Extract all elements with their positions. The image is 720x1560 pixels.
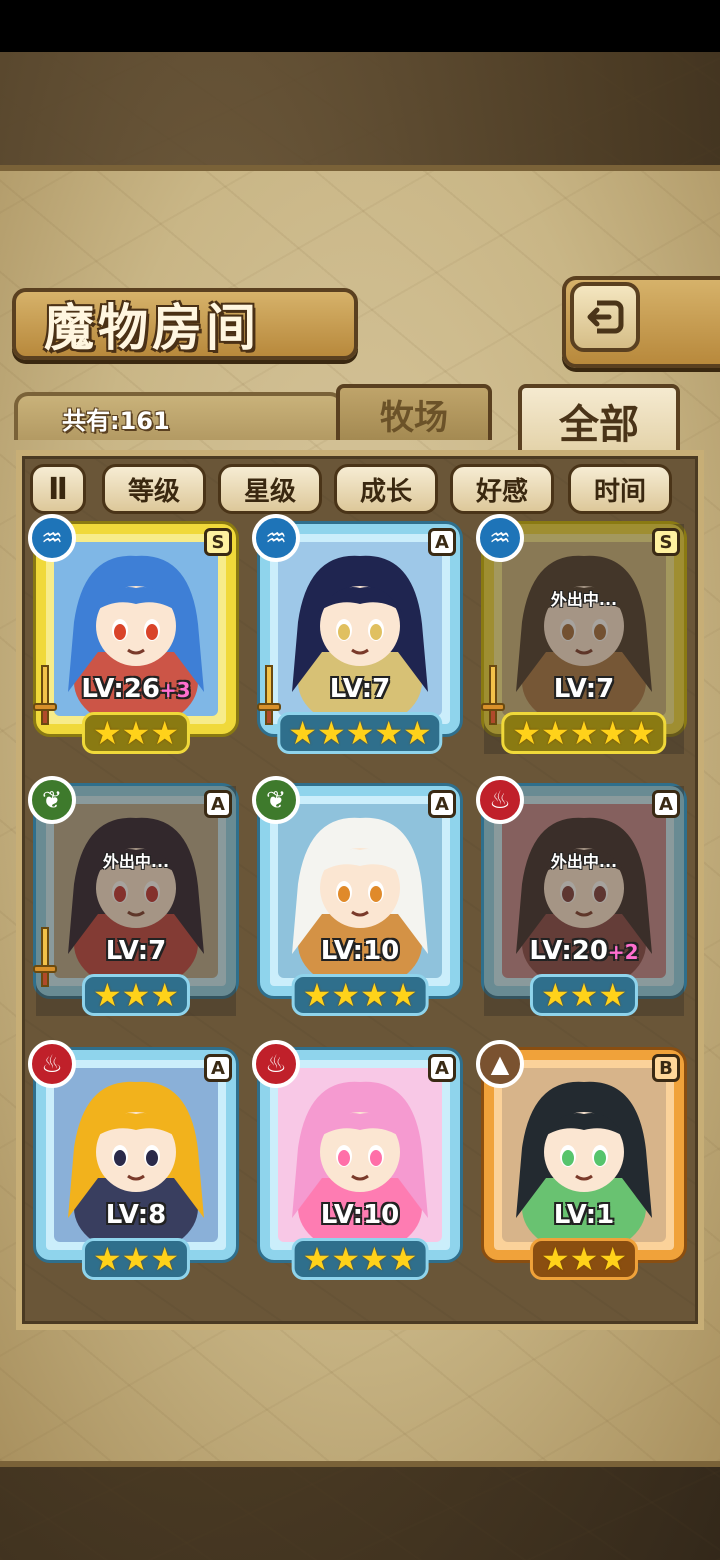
monster-card[interactable]: ❦ A LV:10 ★★★★: [252, 776, 460, 1016]
star-rating: ★★★★★: [277, 712, 443, 754]
level-text: LV:20: [529, 936, 608, 966]
status-bar: [0, 0, 720, 52]
sort-by-level-button[interactable]: 等级: [102, 464, 206, 514]
monster-level: LV:20+2: [484, 936, 684, 966]
return-arrow-icon: [587, 300, 624, 334]
water-element-icon: ♒: [476, 514, 524, 562]
monster-level: LV:7: [260, 674, 460, 704]
title-plate: 魔物房间: [12, 288, 358, 360]
away-status: 外出中...: [550, 852, 618, 871]
monster-level: LV:8: [36, 1200, 236, 1230]
rank-badge: B: [652, 1054, 680, 1082]
star-rating: ★★★★: [291, 974, 429, 1016]
monster-count: 共有:161: [62, 406, 170, 435]
level-text: LV:10: [320, 1200, 400, 1230]
level-text: LV:7: [553, 674, 615, 704]
sort-by-time-button[interactable]: 时间: [568, 464, 672, 514]
water-element-icon: ♒: [28, 514, 76, 562]
back-button[interactable]: [570, 282, 640, 352]
star-rating: ★★★: [529, 974, 639, 1016]
away-status: 外出中...: [550, 590, 618, 609]
level-text: LV:8: [105, 1200, 167, 1230]
star-rating: ★★★: [81, 712, 191, 754]
rank-badge: A: [428, 790, 456, 818]
star-rating: ★★★★: [291, 1238, 429, 1280]
monster-card[interactable]: ♨ A LV:10 ★★★★: [252, 1040, 460, 1280]
star-rating: ★★★: [529, 1238, 639, 1280]
monster-level: LV:10: [260, 936, 460, 966]
rank-badge: A: [204, 790, 232, 818]
monster-card[interactable]: ❦ A 外出中... LV:7 ★★★: [28, 776, 236, 1016]
tab-ranch-label: 牧场: [380, 397, 448, 438]
star-rating: ★★★: [81, 1238, 191, 1280]
monster-level: LV:26+3: [36, 674, 236, 704]
monster-count-bar: 共有:161: [14, 392, 344, 440]
level-text: LV:10: [320, 936, 400, 966]
level-text: LV:1: [553, 1200, 615, 1230]
monster-card[interactable]: ♒ S 外出中... LV:7 ★★★★★: [476, 514, 684, 754]
sort-by-growth-button[interactable]: 成长: [334, 464, 438, 514]
tab-ranch[interactable]: 牧场: [336, 384, 492, 440]
tab-all-label: 全部: [559, 402, 639, 448]
monster-card[interactable]: ▲ B LV:1 ★★★: [476, 1040, 684, 1280]
rank-badge: S: [204, 528, 232, 556]
rank-badge: A: [204, 1054, 232, 1082]
fire-element-icon: ♨: [476, 776, 524, 824]
sort-by-affinity-button[interactable]: 好感: [450, 464, 554, 514]
sort-bar: Ⅱ 等级 星级 成长 好感 时间: [30, 462, 690, 518]
level-text: LV:26: [81, 674, 160, 704]
rank-badge: S: [652, 528, 680, 556]
water-element-icon: ♒: [252, 514, 300, 562]
monster-level: LV:7: [484, 674, 684, 704]
rank-badge: A: [428, 528, 456, 556]
sort-order-toggle[interactable]: Ⅱ: [30, 464, 86, 514]
fire-element-icon: ♨: [28, 1040, 76, 1088]
monster-card[interactable]: ♨ A LV:8 ★★★: [28, 1040, 236, 1280]
tab-all[interactable]: 全部: [518, 384, 680, 454]
monster-card[interactable]: ♒ A LV:7 ★★★★★: [252, 514, 460, 754]
rank-badge: A: [428, 1054, 456, 1082]
monster-level: LV:7: [36, 936, 236, 966]
level-text: LV:7: [329, 674, 391, 704]
level-text: LV:7: [105, 936, 167, 966]
monster-level: LV:1: [484, 1200, 684, 1230]
away-status: 外出中...: [102, 852, 170, 871]
wind-element-icon: ❦: [28, 776, 76, 824]
star-rating: ★★★★★: [501, 712, 667, 754]
fire-element-icon: ♨: [252, 1040, 300, 1088]
sort-by-star-button[interactable]: 星级: [218, 464, 322, 514]
monster-card[interactable]: ♒ S LV:26+3 ★★★: [28, 514, 236, 754]
earth-element-icon: ▲: [476, 1040, 524, 1088]
level-bonus: +2: [607, 940, 639, 964]
monster-card[interactable]: ♨ A 外出中... LV:20+2 ★★★: [476, 776, 684, 1016]
wind-element-icon: ❦: [252, 776, 300, 824]
star-rating: ★★★: [81, 974, 191, 1016]
level-bonus: +3: [159, 678, 191, 702]
page-title: 魔物房间: [44, 299, 260, 357]
rank-badge: A: [652, 790, 680, 818]
monster-level: LV:10: [260, 1200, 460, 1230]
